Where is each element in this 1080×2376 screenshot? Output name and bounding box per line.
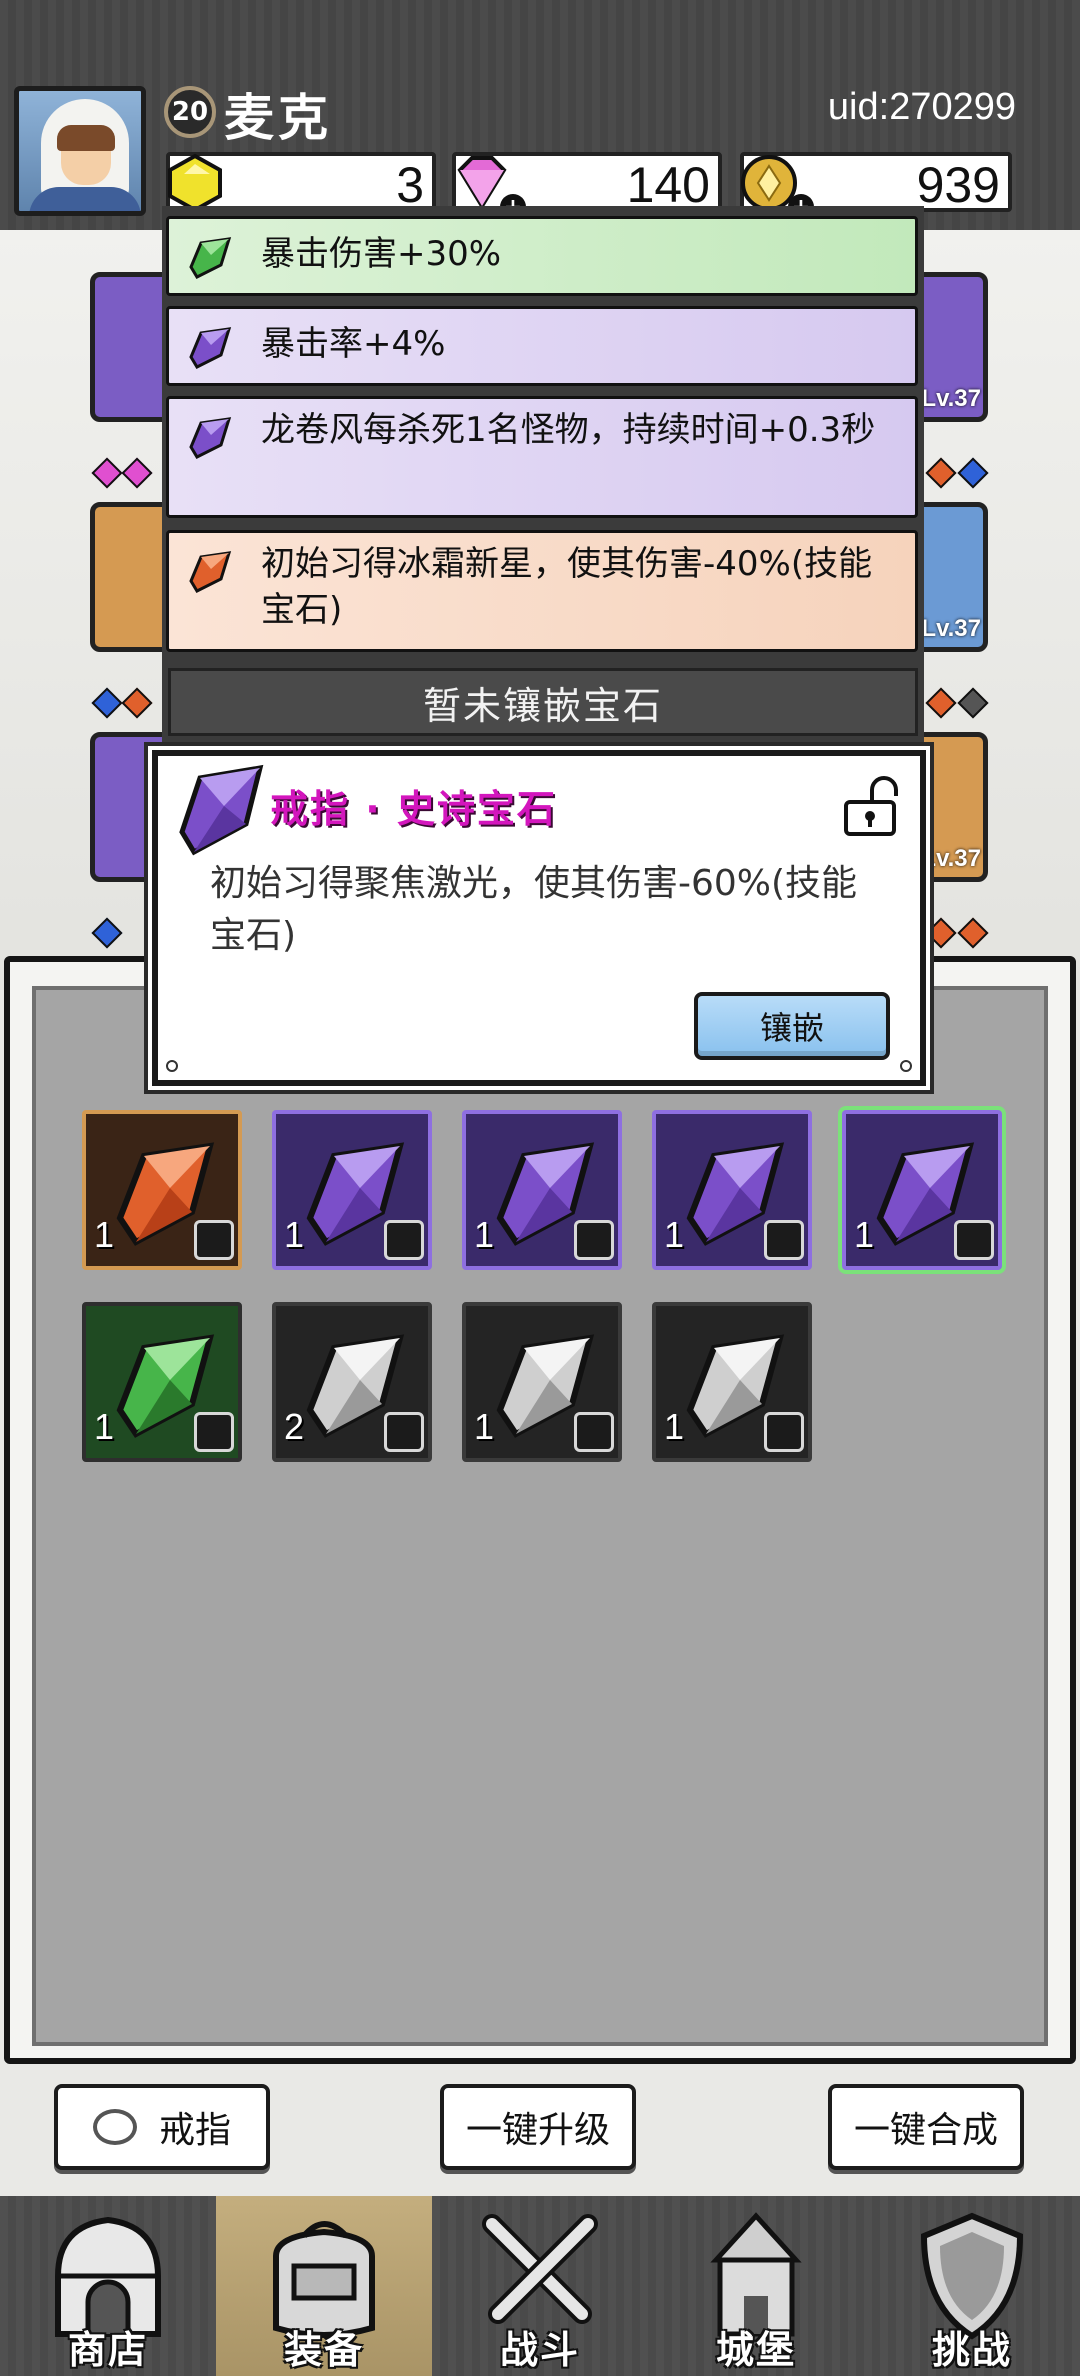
gem-inventory-panel: 十 1 1 1 1: [4, 956, 1076, 2064]
gem-item-purple-selected[interactable]: 1: [842, 1110, 1002, 1270]
nav-battle[interactable]: 战斗: [432, 2196, 648, 2376]
socket-dot: [957, 917, 989, 949]
gem-count: 2: [284, 1406, 305, 1447]
top-bar: 20 麦克 uid:270299 3 + 140 + 939: [0, 0, 1080, 230]
effect-row: 暴击率+4%: [166, 306, 918, 386]
popup-description: 初始习得聚焦激光，使其伤害-60%(技能宝石): [210, 863, 858, 956]
gem-count: 1: [284, 1214, 305, 1255]
purple-gem-icon: [179, 764, 264, 856]
ring-type-icon: [194, 1220, 234, 1260]
nav-label: 挑战: [931, 2328, 1012, 2372]
gem-count: 1: [94, 1406, 115, 1447]
gem-item-green[interactable]: 1: [82, 1302, 242, 1462]
socket-dot: [925, 687, 957, 719]
frame-corner: [900, 1060, 912, 1072]
player-level-badge: 20: [164, 86, 216, 138]
ring-type-icon: [574, 1412, 614, 1452]
gem-item-purple[interactable]: 1: [652, 1110, 812, 1270]
bottom-nav: 商店 装备 战斗 城堡 挑战: [0, 2196, 1080, 2376]
gem-item-white[interactable]: 1: [652, 1302, 812, 1462]
nav-challenge[interactable]: 挑战: [864, 2196, 1080, 2376]
nav-label: 商店: [67, 2328, 148, 2372]
ring-type-icon: [384, 1220, 424, 1260]
equip-level: Lv.37: [921, 845, 981, 872]
equip-level: Lv.37: [921, 615, 981, 642]
ring-type-icon: [764, 1412, 804, 1452]
ring-type-icon: [194, 1412, 234, 1452]
gem-item-white[interactable]: 2: [272, 1302, 432, 1462]
effect-text: 暴击伤害+30%: [261, 234, 502, 274]
gem-item-orange[interactable]: 1: [82, 1110, 242, 1270]
resource-yellow-gem[interactable]: 3: [166, 152, 436, 213]
ring-icon: [92, 2109, 137, 2145]
ring-type-icon: [954, 1220, 994, 1260]
nav-shop[interactable]: 商店: [0, 2196, 216, 2376]
purple-gem-icon: [189, 417, 232, 459]
gem-count: 1: [474, 1214, 495, 1255]
socket-dot: [121, 687, 153, 719]
resource-gold[interactable]: + 939: [740, 152, 1012, 220]
ring-filter-label: 戒指: [158, 2110, 231, 2151]
equip-level: Lv.37: [921, 385, 981, 412]
nav-equipment[interactable]: 装备: [216, 2196, 432, 2376]
frame-corner: [166, 1060, 178, 1072]
nav-label: 城堡: [715, 2328, 796, 2372]
nav-label: 战斗: [499, 2328, 580, 2372]
gem-count: 1: [664, 1214, 685, 1255]
resource-diamond[interactable]: + 140: [452, 152, 722, 220]
unlock-icon[interactable]: [842, 776, 898, 838]
gem-item-purple[interactable]: 1: [462, 1110, 622, 1270]
player-name: 麦克: [224, 89, 332, 147]
socket-dot: [957, 457, 989, 489]
socket-dot: [957, 687, 989, 719]
gem-item-purple[interactable]: 1: [272, 1110, 432, 1270]
gem-count: 1: [94, 1214, 115, 1255]
orange-gem-icon: [189, 551, 232, 593]
ring-type-icon: [764, 1220, 804, 1260]
popup-title: 戒指 · 史诗宝石: [270, 787, 557, 831]
no-gem-inlaid-label: 暂未镶嵌宝石: [168, 668, 918, 736]
effect-text: 龙卷风每杀死1名怪物，持续时间+0.3秒: [261, 410, 876, 450]
gem-count: 1: [854, 1214, 875, 1255]
ring-type-icon: [574, 1220, 614, 1260]
socket-dot: [925, 457, 957, 489]
gem-count: 1: [664, 1406, 685, 1447]
gem-item-white[interactable]: 1: [462, 1302, 622, 1462]
socket-dot: [91, 687, 123, 719]
gold-count: 939: [916, 157, 1000, 213]
ring-filter-button[interactable]: 戒指: [54, 2084, 270, 2170]
effect-text: 初始习得冰霜新星，使其伤害-40%(技能宝石): [261, 544, 873, 630]
player-uid: uid:270299: [827, 86, 1016, 128]
gem-effects-panel: 暴击伤害+30% 暴击率+4% 龙卷风每杀死1名怪物，持续时间+0.3秒 初始习…: [162, 206, 924, 746]
effect-row: 暴击伤害+30%: [166, 216, 918, 296]
effect-row: 龙卷风每杀死1名怪物，持续时间+0.3秒: [166, 396, 918, 518]
inlay-button[interactable]: 镶嵌: [694, 992, 890, 1060]
socket-dot: [925, 917, 957, 949]
socket-dot: [91, 457, 123, 489]
effect-text: 暴击率+4%: [261, 324, 446, 364]
nav-label: 装备: [283, 2328, 364, 2372]
player-avatar[interactable]: [14, 86, 146, 216]
green-gem-icon: [189, 237, 232, 279]
ring-type-icon: [384, 1412, 424, 1452]
nav-castle[interactable]: 城堡: [648, 2196, 864, 2376]
socket-dot: [91, 917, 123, 949]
merge-all-button[interactable]: 一键合成: [828, 2084, 1024, 2170]
gem-detail-popup: 戒指 · 史诗宝石 初始习得聚焦激光，使其伤害-60%(技能宝石) 镶嵌: [152, 750, 926, 1086]
upgrade-all-button[interactable]: 一键升级: [440, 2084, 636, 2170]
purple-gem-icon: [189, 327, 232, 369]
socket-dot: [121, 457, 153, 489]
gem-count: 1: [474, 1406, 495, 1447]
effect-row: 初始习得冰霜新星，使其伤害-40%(技能宝石): [166, 530, 918, 652]
yellow-gem-icon: [168, 153, 222, 213]
